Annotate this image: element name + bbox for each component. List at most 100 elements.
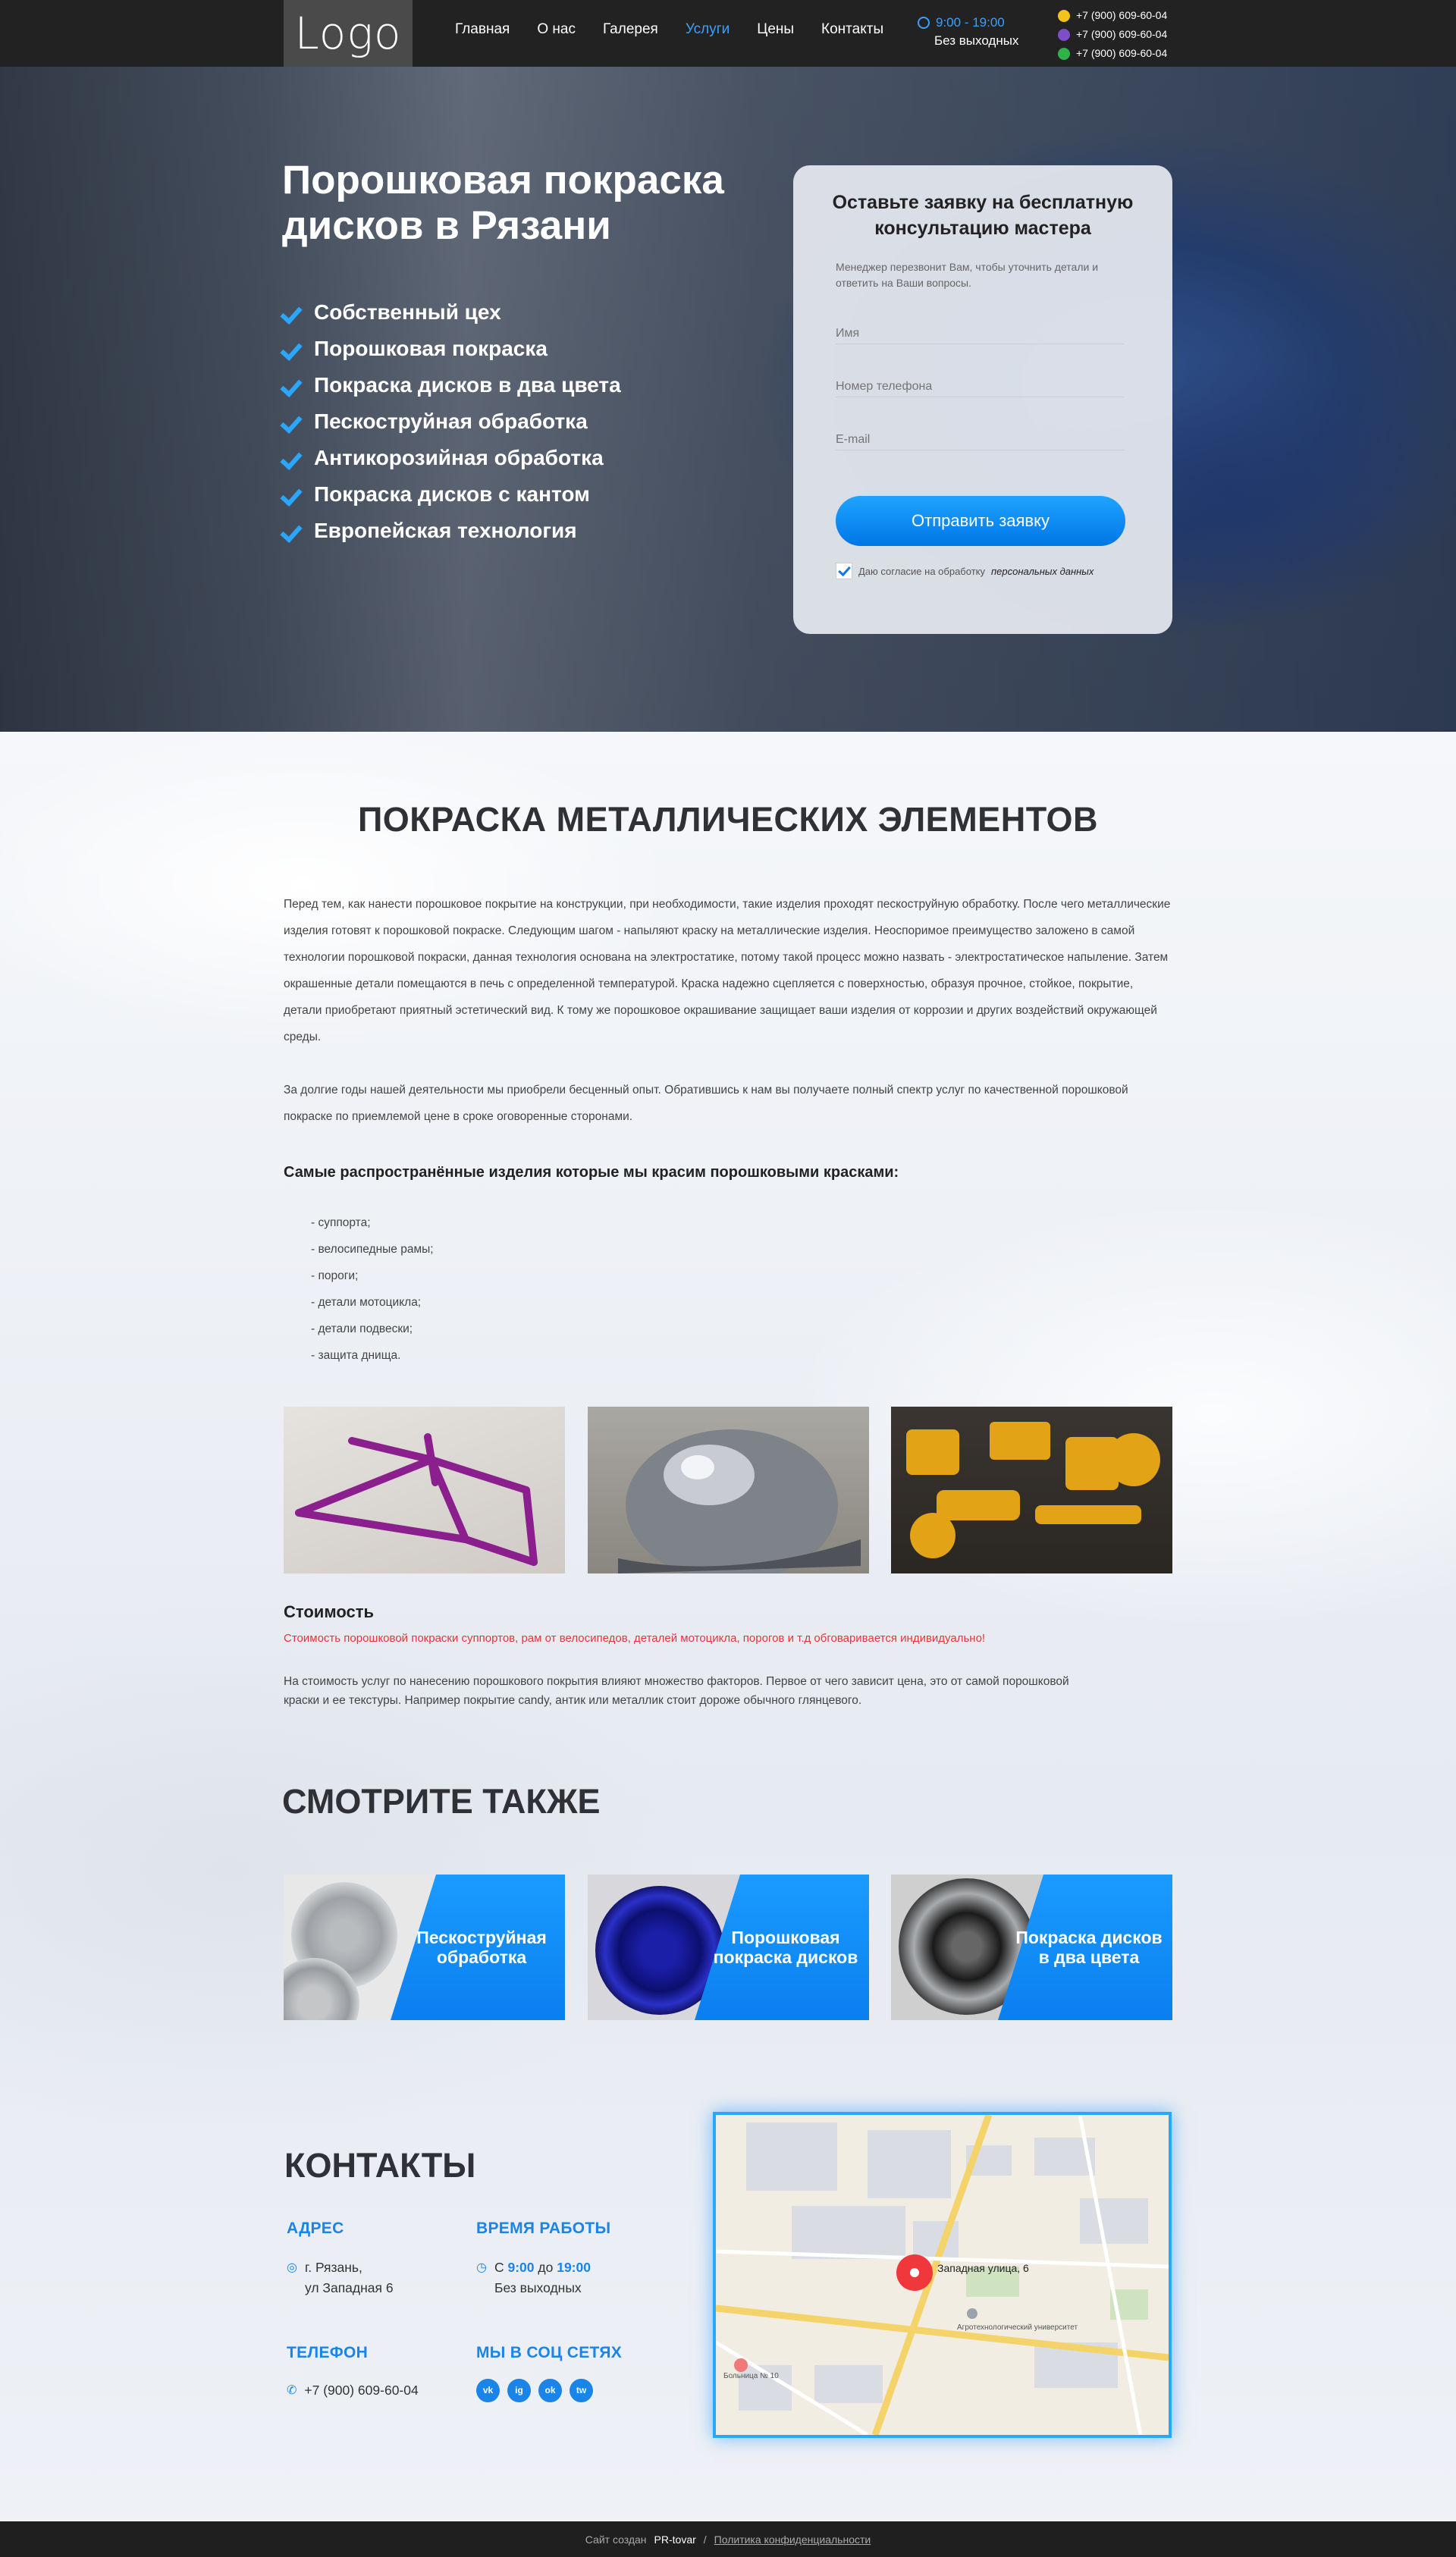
header-phones: +7 (900) 609-60-04 +7 (900) 609-60-04 +7… [1058, 6, 1167, 63]
list-item: - детали мотоцикла; [311, 1296, 422, 1309]
photo-helmet[interactable] [588, 1407, 869, 1573]
location-icon: ◎ [287, 2261, 297, 2274]
map-hospital-label: Больница № 10 [723, 2372, 779, 2380]
name-input[interactable] [836, 327, 1124, 340]
form-title: Оставьте заявку на бесплатную консультац… [832, 192, 1134, 239]
cost-title: Стоимость [284, 1602, 375, 1621]
nav-home[interactable]: Главная [455, 21, 510, 38]
list-item: - велосипедные рамы; [311, 1243, 434, 1256]
consent-row: Даю согласие на обработку персональных д… [836, 563, 1172, 579]
main-nav: Главная О нас Галерея Услуги Цены Контак… [455, 21, 883, 38]
footer-separator: / [703, 2533, 707, 2546]
email-field[interactable] [836, 416, 1124, 450]
card-label: Пескоструйная обработка [416, 1928, 547, 1967]
page: Logo Главная О нас Галерея Услуги Цены К… [0, 0, 1456, 2557]
hours-heading: ВРЕМЯ РАБОТЫ [476, 2220, 611, 2237]
submit-button[interactable]: Отправить заявку [836, 496, 1125, 546]
nav-contacts[interactable]: Контакты [821, 21, 883, 38]
nav-prices[interactable]: Цены [757, 21, 794, 38]
map-canvas: Западная улица, 6 Агротехнологический ун… [716, 2115, 1169, 2435]
feature-item: Собственный цех [282, 294, 621, 331]
clock-icon [918, 17, 930, 29]
check-icon [282, 484, 303, 505]
phone-input[interactable] [836, 380, 1124, 394]
cost-paragraph: На стоимость услуг по нанесению порошков… [284, 1675, 1069, 1707]
card-label: Порошковая покраска дисков [713, 1928, 858, 1967]
viber-icon [1058, 28, 1070, 41]
card-powder-coating[interactable]: Порошковая покраска дисков [588, 1875, 869, 2020]
hero-section: Порошковая покраска дисков в Рязани Собс… [0, 67, 1456, 732]
check-icon [282, 520, 303, 541]
header-phone-2[interactable]: +7 (900) 609-60-04 [1076, 25, 1167, 44]
phone-heading: ТЕЛЕФОН [287, 2344, 369, 2361]
map-poi-label: Агротехнологический университет [957, 2323, 1078, 2332]
phone-icon [1058, 9, 1070, 22]
hero-features: Собственный цех Порошковая покраска Покр… [282, 294, 621, 549]
section-title: ПОКРАСКА МЕТАЛЛИЧЕСКИХ ЭЛЕМЕНТОВ [357, 800, 1099, 839]
nav-services[interactable]: Услуги [686, 21, 730, 38]
list-item: - пороги; [311, 1269, 359, 1282]
feature-item: Покраска дисков с кантом [282, 476, 621, 513]
phone-icon: ✆ [287, 2384, 297, 2397]
check-icon [282, 375, 303, 396]
whatsapp-icon [1058, 47, 1070, 60]
request-form: Оставьте заявку на бесплатную консультац… [793, 165, 1172, 634]
nav-gallery[interactable]: Галерея [603, 21, 658, 38]
social-heading: МЫ В СОЦ СЕТЯХ [476, 2344, 623, 2361]
consent-text: Даю согласие на обработку [858, 565, 985, 577]
feature-item: Европейская технология [282, 513, 621, 549]
social-links: vk ig ok tw [476, 2379, 593, 2402]
hero-title: Порошковая покраска дисков в Рязани [282, 158, 724, 248]
email-input[interactable] [836, 433, 1124, 447]
location-map[interactable]: Западная улица, 6 Агротехнологический ун… [713, 2112, 1172, 2438]
feature-item: Порошковая покраска [282, 331, 621, 367]
clock-icon: ◷ [476, 2261, 487, 2274]
consent-link[interactable]: персональных данных [991, 566, 1094, 577]
site-footer: Сайт создан PR-tovar / Политика конфиден… [0, 2521, 1456, 2557]
phone-field[interactable] [836, 362, 1124, 397]
check-icon [282, 302, 303, 323]
header-hours-sub: Без выходных [934, 33, 1019, 48]
check-icon [282, 338, 303, 359]
header-phone-1[interactable]: +7 (900) 609-60-04 [1076, 6, 1167, 25]
cost-notice: Стоимость порошковой покраски суппортов,… [284, 1632, 986, 1645]
footer-brand[interactable]: PR-tovar [654, 2533, 696, 2546]
items-list: - суппорта; - велосипедные рамы; - порог… [311, 1209, 434, 1369]
odnoklassniki-icon[interactable]: ok [538, 2379, 562, 2402]
header-hours-time: 9:00 - 19:00 [936, 15, 1005, 30]
header-hours: 9:00 - 19:00 Без выходных [918, 15, 1018, 49]
footer-created: Сайт создан [585, 2533, 647, 2546]
card-two-color[interactable]: Покраска дисков в два цвета [891, 1875, 1172, 2020]
privacy-policy-link[interactable]: Политика конфиденциальности [714, 2533, 871, 2546]
feature-item: Пескоструйная обработка [282, 403, 621, 440]
name-field[interactable] [836, 309, 1124, 344]
hours-value: ◷ С 9:00 до 19:00 Без выходных [476, 2257, 591, 2298]
address-heading: АДРЕС [287, 2220, 344, 2237]
logo[interactable]: Logo [284, 0, 413, 67]
photo-bike-frame[interactable] [284, 1407, 565, 1573]
consent-checkbox[interactable] [836, 563, 852, 579]
twitter-icon[interactable]: tw [570, 2379, 593, 2402]
list-item: - суппорта; [311, 1216, 371, 1229]
card-label: Покраска дисков в два цвета [1015, 1928, 1163, 1967]
phone-value[interactable]: ✆ +7 (900) 609-60-04 [287, 2380, 419, 2401]
address-value: ◎ г. Рязань, ул Западная 6 [287, 2257, 394, 2298]
intro-paragraph: Перед тем, как нанести порошковое покрыт… [284, 898, 1171, 1043]
check-icon [282, 447, 303, 469]
photo-calipers[interactable] [891, 1407, 1172, 1573]
form-description: Менеджер перезвонит Вам, чтобы уточнить … [836, 261, 1099, 289]
vk-icon[interactable]: vk [476, 2379, 500, 2402]
nav-about[interactable]: О нас [537, 21, 576, 38]
see-also-title: СМОТРИТЕ ТАКЖЕ [282, 1782, 601, 1821]
main-section: ПОКРАСКА МЕТАЛЛИЧЕСКИХ ЭЛЕМЕНТОВ Перед т… [0, 732, 1456, 2521]
card-sandblasting[interactable]: Пескоструйная обработка [284, 1875, 565, 2020]
map-address-label: Западная улица, 6 [937, 2262, 1029, 2274]
feature-item: Покраска дисков в два цвета [282, 367, 621, 403]
contacts-title: КОНТАКТЫ [284, 2146, 476, 2185]
check-icon [282, 411, 303, 432]
instagram-icon[interactable]: ig [507, 2379, 531, 2402]
experience-paragraph: За долгие годы нашей деятельности мы при… [284, 1084, 1128, 1123]
list-item: - детали подвески; [311, 1322, 413, 1335]
header-phone-3[interactable]: +7 (900) 609-60-04 [1076, 44, 1167, 63]
list-item: - защита днища. [311, 1349, 401, 1362]
